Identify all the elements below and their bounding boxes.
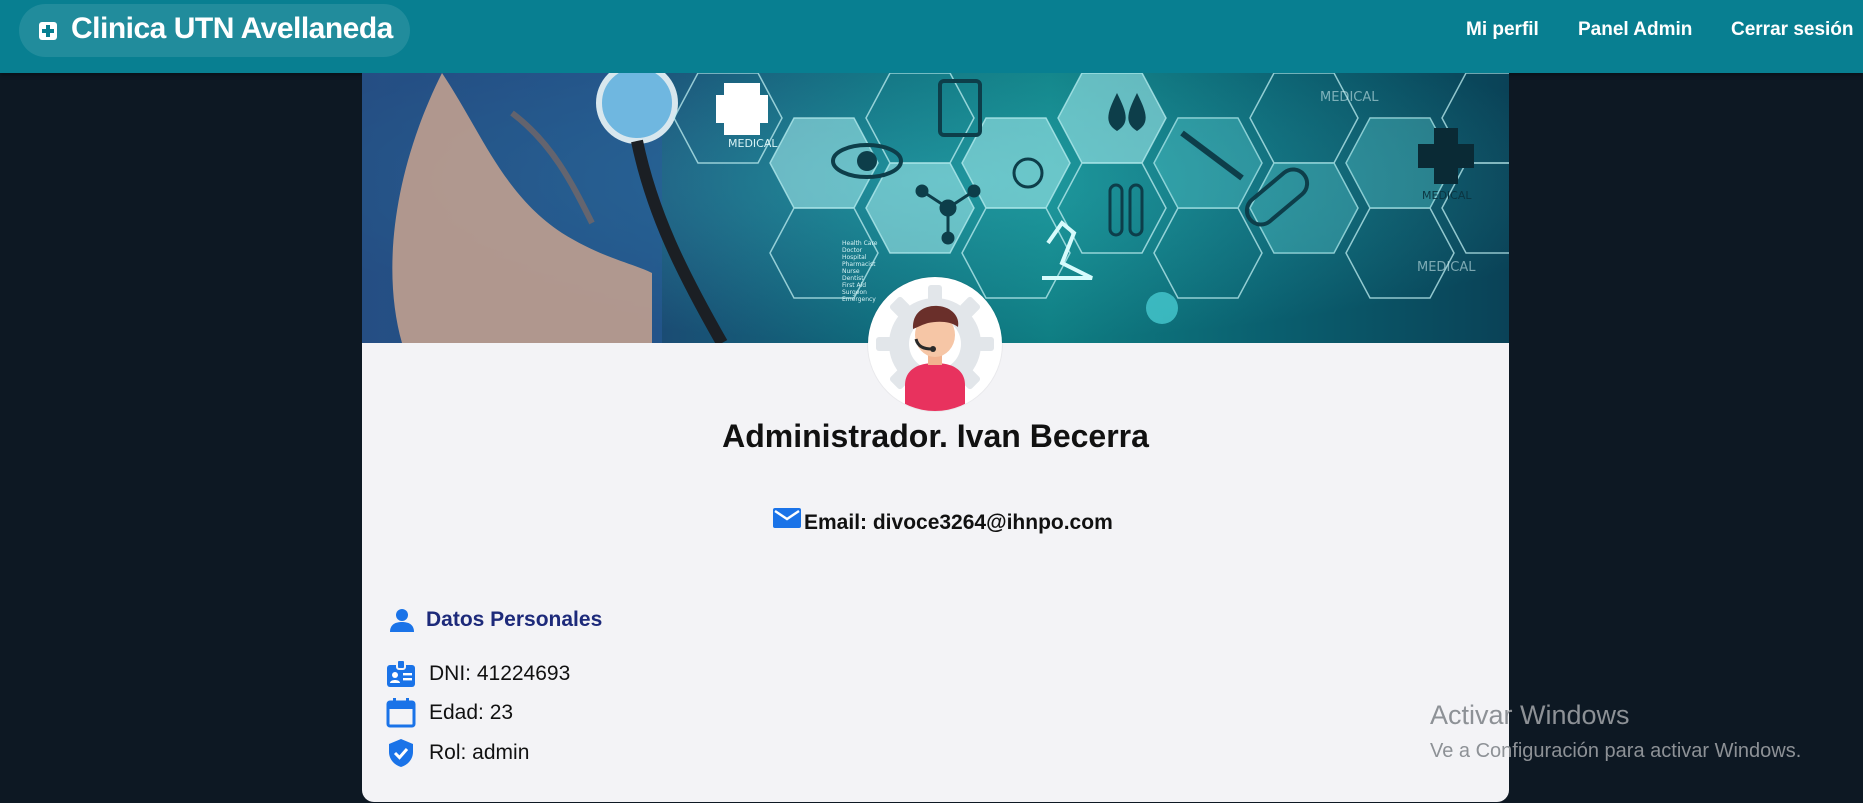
banner-small-text: Emergency (842, 296, 876, 303)
nav-cerrar-sesion[interactable]: Cerrar sesión (1731, 19, 1854, 41)
banner-small-text: Nurse (842, 268, 860, 275)
dni-row: DNI: 41224693 (386, 659, 570, 689)
brand-title: Clinica UTN Avellaneda (71, 12, 393, 45)
personal-data-header: Datos Personales (388, 606, 602, 634)
activate-windows-title: Activar Windows (1430, 700, 1630, 730)
role-row: Rol: admin (386, 738, 529, 768)
id-badge-icon (387, 659, 415, 687)
profile-name: Administrador. Ivan Becerra (722, 418, 1149, 454)
banner-label: MEDICAL (1417, 260, 1476, 275)
banner-small-text: First Aid (842, 282, 866, 289)
banner-small-text: Hospital (842, 254, 867, 261)
profile-card: MEDICAL MEDICAL MEDICAL MEDICAL Health C… (362, 73, 1509, 802)
medical-plus-icon (39, 22, 57, 40)
banner-label: MEDICAL (1320, 90, 1379, 105)
nav-mi-perfil[interactable]: Mi perfil (1466, 19, 1539, 41)
banner-label: MEDICAL (1422, 189, 1472, 202)
banner-small-text: Pharmacist (842, 261, 876, 268)
navbar: Clinica UTN Avellaneda Mi perfil Panel A… (0, 0, 1863, 73)
age-row: Edad: 23 (386, 698, 513, 728)
brand-link[interactable]: Clinica UTN Avellaneda (19, 4, 410, 57)
mail-icon (773, 508, 801, 528)
nav-panel-admin[interactable]: Panel Admin (1578, 19, 1692, 41)
personal-data-title: Datos Personales (426, 608, 603, 631)
email-value: Email: divoce3264@ihnpo.com (804, 511, 1113, 534)
dni-value: DNI: 41224693 (429, 662, 571, 685)
person-icon (390, 609, 414, 632)
activate-windows-subtitle: Ve a Configuración para activar Windows. (1430, 740, 1802, 762)
age-value: Edad: 23 (429, 701, 514, 724)
shield-check-icon (389, 739, 413, 767)
admin-avatar-icon (868, 277, 1002, 411)
role-value: Rol: admin (429, 741, 530, 764)
banner-label: MEDICAL (728, 137, 778, 150)
email-row: Email: divoce3264@ihnpo.com (772, 505, 1113, 535)
calendar-icon (386, 698, 416, 728)
banner-small-text: Surgeon (842, 289, 867, 296)
banner-small-text: Doctor (842, 247, 863, 254)
banner-small-text: Dentist (842, 275, 864, 282)
banner-small-text: Health Care (842, 240, 878, 247)
